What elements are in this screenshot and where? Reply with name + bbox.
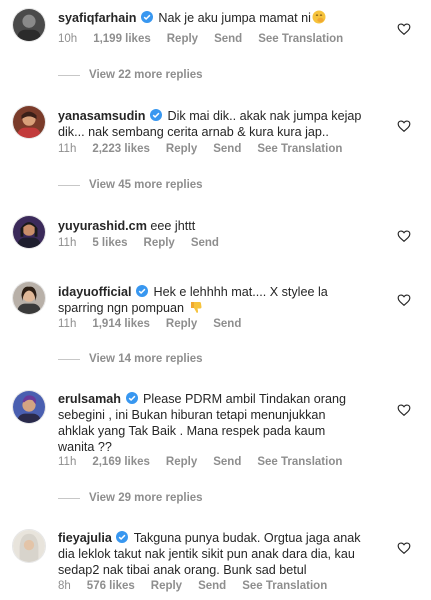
comment-text: yuyurashid.cm eee jhttt <box>58 218 370 234</box>
comment-text: erulsamah Please PDRM ambil Tindakan ora… <box>58 391 370 455</box>
replies-divider <box>58 497 80 499</box>
comment-line: Takguna punya budak. Orgtua jaga anak <box>133 531 361 545</box>
see-translation-button[interactable]: See Translation <box>258 33 343 45</box>
comment-meta: 10h 1,199 likes Reply Send See Translati… <box>58 33 359 45</box>
view-replies-label: View 22 more replies <box>89 69 203 81</box>
comment-line: sedap2 nak tibai anak orang. Bunk sad be… <box>58 563 307 577</box>
comment-line: Please PDRM ambil Tindakan orang <box>143 392 347 406</box>
comment-line: wanita ?? <box>58 440 112 454</box>
avatar[interactable] <box>12 105 46 139</box>
avatar[interactable] <box>12 8 46 42</box>
comment-time: 11h <box>58 318 77 330</box>
reply-button[interactable]: Reply <box>144 237 175 249</box>
heart-outline-icon[interactable] <box>397 541 411 555</box>
replies-divider <box>58 74 80 76</box>
comment-line: sebegini , ini Bukan hiburan tetapi menu… <box>58 408 326 422</box>
view-replies-label: View 14 more replies <box>89 353 203 365</box>
avatar[interactable] <box>12 281 46 315</box>
comment-line: Dik mai dik.. akak nak jumpa kejap <box>167 109 362 123</box>
see-translation-button[interactable]: See Translation <box>242 580 327 592</box>
view-replies-button[interactable]: View 14 more replies <box>58 353 203 365</box>
avatar[interactable] <box>12 529 46 563</box>
comment-time: 11h <box>58 237 77 249</box>
verified-badge-icon <box>116 531 129 543</box>
avatar[interactable] <box>12 390 46 424</box>
send-button[interactable]: Send <box>213 143 241 155</box>
comment-meta: 11h 2,223 likes Reply Send See Translati… <box>58 143 358 155</box>
comment-line: Nak je aku jumpa mamat ni <box>158 11 311 25</box>
send-button[interactable]: Send <box>214 33 242 45</box>
comment-meta: 11h 2,169 likes Reply Send See Translati… <box>58 456 358 468</box>
comment-line: dik... nak sembang cerita arnab & kura k… <box>58 125 329 139</box>
comment-username[interactable]: fieyajulia <box>58 531 112 545</box>
heart-outline-icon[interactable] <box>397 293 411 307</box>
see-translation-button[interactable]: See Translation <box>257 143 342 155</box>
reply-button[interactable]: Reply <box>166 456 197 468</box>
comment-text: idayuofficial Hek e lehhhh mat.... X sty… <box>58 284 370 316</box>
comment-username[interactable]: idayuofficial <box>58 285 131 299</box>
comment-line: Hek e lehhhh mat.... X stylee la <box>153 285 328 299</box>
send-button[interactable]: Send <box>213 318 241 330</box>
reply-button[interactable]: Reply <box>151 580 182 592</box>
view-replies-button[interactable]: View 22 more replies <box>58 69 203 81</box>
view-replies-label: View 45 more replies <box>89 179 203 191</box>
reply-button[interactable]: Reply <box>166 143 197 155</box>
comment-meta: 8h 576 likes Reply Send See Translation <box>58 580 343 592</box>
comment-text: fieyajulia Takguna punya budak. Orgtua j… <box>58 530 370 578</box>
comment-time: 11h <box>58 143 77 155</box>
likes-count[interactable]: 5 likes <box>92 237 127 249</box>
likes-count[interactable]: 1,914 likes <box>92 318 150 330</box>
likes-count[interactable]: 2,169 likes <box>92 456 150 468</box>
comment-line: dia leklok takut nak jentik sikit pun an… <box>58 547 355 561</box>
replies-divider <box>58 358 80 360</box>
comment-time: 10h <box>58 33 78 45</box>
smiling-face-with-hand-over-mouth-icon <box>312 10 326 24</box>
comment-line: eee jhttt <box>150 219 196 233</box>
comment-meta: 11h 5 likes Reply Send <box>58 237 235 249</box>
view-replies-label: View 29 more replies <box>89 492 203 504</box>
likes-count[interactable]: 2,223 likes <box>92 143 150 155</box>
send-button[interactable]: Send <box>213 456 241 468</box>
heart-outline-icon[interactable] <box>397 119 411 133</box>
send-button[interactable]: Send <box>198 580 226 592</box>
comment-time: 11h <box>58 456 77 468</box>
comment-line: ahklak yang Tak Baik . Mana respek pada … <box>58 424 326 438</box>
heart-outline-icon[interactable] <box>397 22 411 36</box>
comment-text: yanasamsudin Dik mai dik.. akak nak jump… <box>58 108 370 140</box>
comment-username[interactable]: yanasamsudin <box>58 109 146 123</box>
see-translation-button[interactable]: See Translation <box>257 456 342 468</box>
comment-line: sparring ngn pompuan <box>58 301 185 315</box>
likes-count[interactable]: 1,199 likes <box>93 33 151 45</box>
thumbs-down-icon <box>189 300 203 314</box>
comment-time: 8h <box>58 580 71 592</box>
send-button[interactable]: Send <box>191 237 219 249</box>
heart-outline-icon[interactable] <box>397 403 411 417</box>
verified-badge-icon <box>140 11 153 23</box>
view-replies-button[interactable]: View 29 more replies <box>58 492 203 504</box>
comment-username[interactable]: syafiqfarhain <box>58 11 136 25</box>
comment-username[interactable]: yuyurashid.cm <box>58 219 147 233</box>
avatar[interactable] <box>12 215 46 249</box>
verified-badge-icon <box>150 109 162 121</box>
reply-button[interactable]: Reply <box>167 33 198 45</box>
heart-outline-icon[interactable] <box>397 229 411 243</box>
comment-text: syafiqfarhain Nak je aku jumpa mamat ni <box>58 10 370 26</box>
verified-badge-icon <box>125 392 138 404</box>
likes-count[interactable]: 576 likes <box>87 580 135 592</box>
replies-divider <box>58 184 80 186</box>
comment-username[interactable]: erulsamah <box>58 392 121 406</box>
view-replies-button[interactable]: View 45 more replies <box>58 179 203 191</box>
verified-badge-icon <box>135 285 148 297</box>
reply-button[interactable]: Reply <box>166 318 197 330</box>
comment-meta: 11h 1,914 likes Reply Send <box>58 318 257 330</box>
